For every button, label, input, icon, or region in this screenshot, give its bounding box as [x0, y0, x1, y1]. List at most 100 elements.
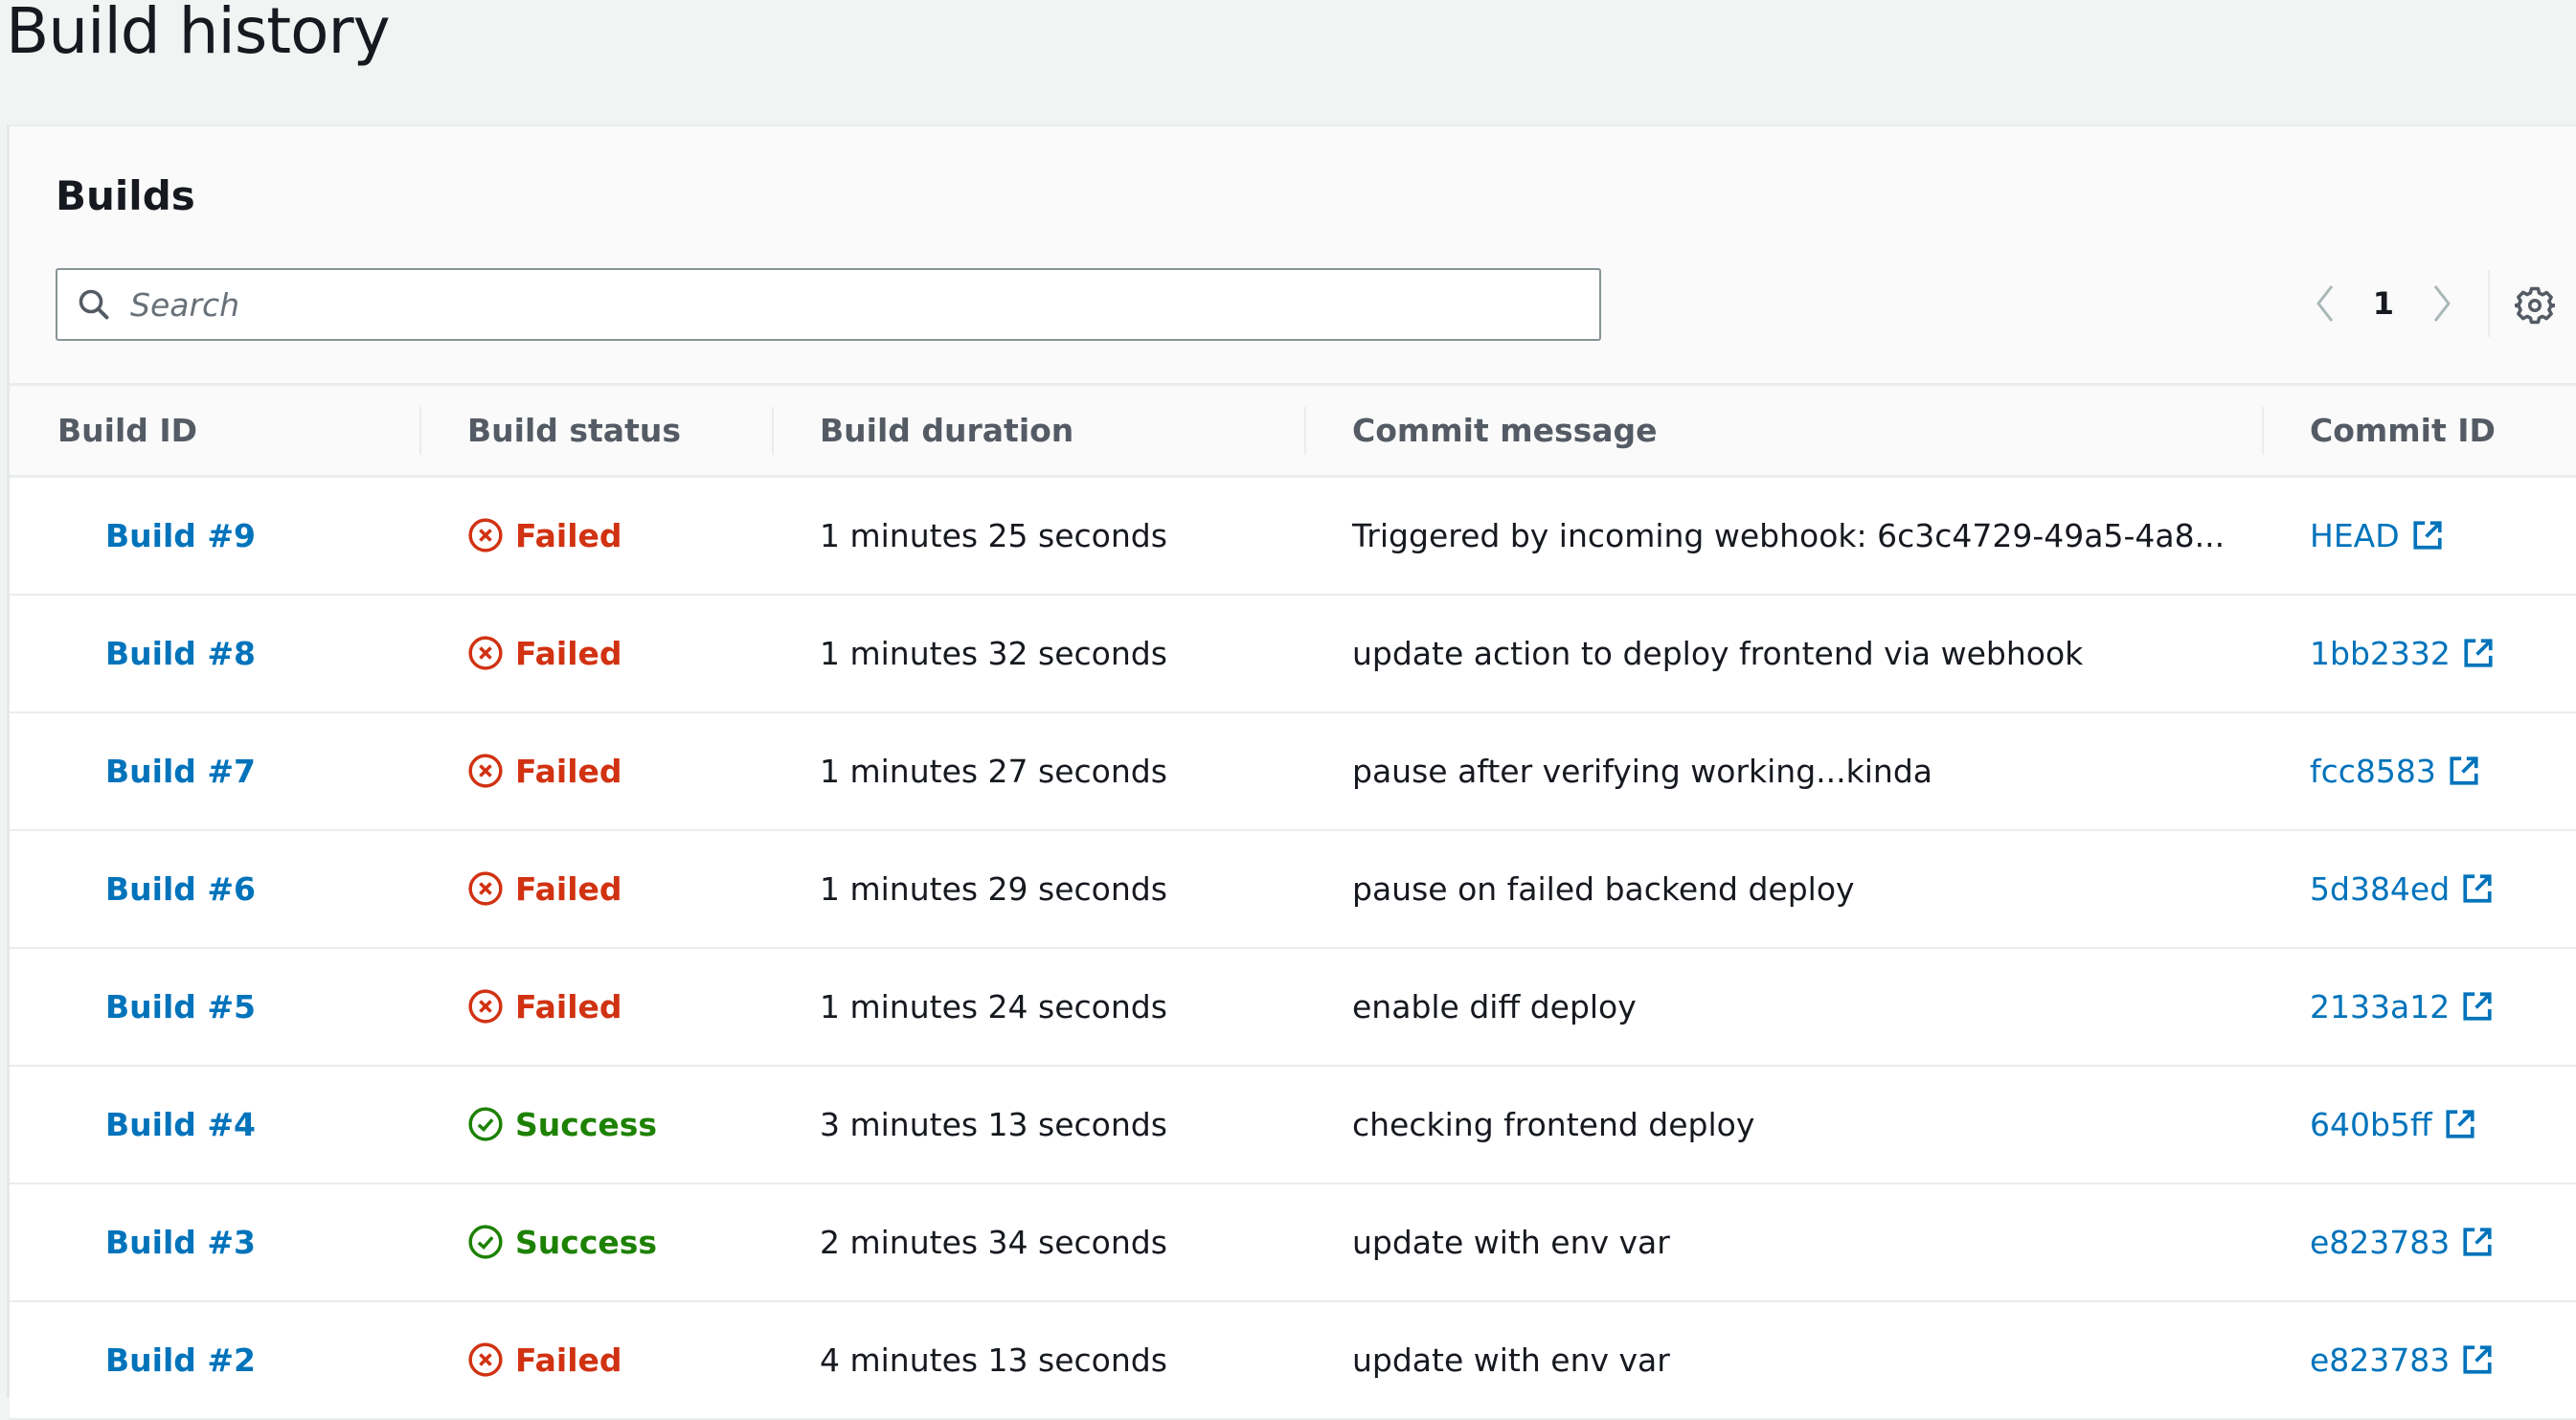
- commit-link[interactable]: 640b5ff: [2310, 1106, 2476, 1143]
- builds-table: Build ID Build status Build duration Com…: [10, 383, 2576, 1420]
- build-status-cell: Failed: [419, 477, 772, 595]
- status-badge: Failed: [467, 1341, 772, 1379]
- table-row: Build #2 Failed 4 minutes 13 seconds update…: [10, 1300, 2576, 1419]
- commit-message-cell: pause on failed backend deploy: [1352, 869, 1855, 908]
- external-link-icon: [2450, 756, 2478, 785]
- build-id-cell: Build #6: [10, 830, 419, 948]
- commit-id-cell: HEAD: [2262, 477, 2576, 595]
- build-duration-cell: 2 minutes 34 seconds: [820, 1223, 1167, 1261]
- commit-id-cell: 2133a12: [2262, 948, 2576, 1066]
- column-header-commit-id[interactable]: Commit ID: [2262, 385, 2576, 477]
- commit-link[interactable]: 5d384ed: [2310, 870, 2494, 908]
- table-header-row: Build ID Build status Build duration Com…: [10, 384, 2576, 477]
- build-id-cell: Build #7: [10, 712, 419, 830]
- commit-id-cell: e823783: [2262, 1183, 2576, 1301]
- external-link-icon: [2463, 874, 2492, 903]
- search-input[interactable]: [128, 284, 1473, 325]
- search-field[interactable]: [56, 268, 1601, 341]
- search-icon: [79, 289, 109, 320]
- commit-message-cell: checking frontend deploy: [1352, 1105, 1755, 1143]
- status-failed-icon: [468, 636, 503, 670]
- status-success-icon: [468, 1225, 503, 1259]
- status-failed-icon: [468, 518, 503, 552]
- external-link-icon: [2446, 1110, 2474, 1138]
- build-duration-cell: 1 minutes 25 seconds: [820, 516, 1167, 554]
- table-row: Build #8 Failed 1 minutes 32 seconds update…: [10, 594, 2576, 712]
- commit-link[interactable]: 2133a12: [2310, 988, 2494, 1026]
- build-duration-cell: 4 minutes 13 seconds: [820, 1341, 1167, 1379]
- divider: [2488, 270, 2490, 337]
- commit-message-cell: update with env var: [1352, 1341, 1670, 1379]
- page-title: Build history: [6, 0, 391, 68]
- status-badge: Success: [467, 1224, 772, 1261]
- next-page-button[interactable]: [2423, 280, 2461, 327]
- commit-link[interactable]: fcc8583: [2310, 753, 2480, 790]
- build-link[interactable]: Build #3: [105, 1224, 256, 1261]
- status-badge: Failed: [467, 517, 772, 554]
- column-header-build-status[interactable]: Build status: [419, 385, 772, 477]
- external-link-icon: [2463, 1345, 2492, 1374]
- build-link[interactable]: Build #2: [105, 1341, 256, 1379]
- status-badge: Success: [467, 1106, 772, 1143]
- build-link[interactable]: Build #4: [105, 1106, 256, 1143]
- build-duration-cell: 3 minutes 13 seconds: [820, 1105, 1167, 1143]
- commit-link[interactable]: e823783: [2310, 1224, 2494, 1261]
- table-row: Build #4 Success 3 minutes 13 seconds check…: [10, 1065, 2576, 1183]
- build-status-cell: Success: [419, 1066, 772, 1183]
- build-link[interactable]: Build #7: [105, 753, 256, 790]
- build-link[interactable]: Build #6: [105, 870, 256, 908]
- column-header-build-id[interactable]: Build ID: [10, 385, 419, 477]
- status-failed-icon: [468, 754, 503, 788]
- chevron-right-icon: [2433, 285, 2451, 322]
- status-badge: Failed: [467, 635, 772, 672]
- table-row: Build #6 Failed 1 minutes 29 seconds pause …: [10, 829, 2576, 948]
- commit-message-cell: pause after verifying working...kinda: [1352, 752, 1933, 790]
- current-page[interactable]: 1: [2373, 285, 2394, 322]
- table-row: Build #7 Failed 1 minutes 27 seconds pause …: [10, 711, 2576, 830]
- status-failed-icon: [468, 1342, 503, 1377]
- commit-message-cell: enable diff deploy: [1352, 987, 1637, 1026]
- status-failed-icon: [468, 989, 503, 1024]
- build-link[interactable]: Build #9: [105, 517, 256, 554]
- build-duration-cell: 1 minutes 24 seconds: [820, 987, 1167, 1026]
- build-duration-cell: 1 minutes 27 seconds: [820, 752, 1167, 790]
- builds-panel: Builds 1 Build ID Build status Build dur…: [7, 124, 2576, 1419]
- status-badge: Failed: [467, 870, 772, 908]
- commit-id-cell: 1bb2332: [2262, 595, 2576, 712]
- build-duration-cell: 1 minutes 29 seconds: [820, 869, 1167, 908]
- build-id-cell: Build #3: [10, 1183, 419, 1301]
- external-link-icon: [2413, 521, 2442, 550]
- status-badge: Failed: [467, 753, 772, 790]
- commit-message-cell: update action to deploy frontend via web…: [1352, 634, 2084, 672]
- previous-page-button[interactable]: [2306, 280, 2344, 327]
- external-link-icon: [2464, 639, 2493, 667]
- table-row: Build #3 Success 2 minutes 34 seconds updat…: [10, 1183, 2576, 1301]
- build-id-cell: Build #2: [10, 1301, 419, 1419]
- status-success-icon: [468, 1107, 503, 1141]
- panel-title: Builds: [56, 172, 195, 219]
- commit-link[interactable]: HEAD: [2310, 517, 2444, 554]
- commit-link[interactable]: 1bb2332: [2310, 635, 2495, 672]
- build-id-cell: Build #9: [10, 477, 419, 595]
- table-row: Build #5 Failed 1 minutes 24 seconds enable…: [10, 947, 2576, 1066]
- commit-message-cell: update with env var: [1352, 1223, 1670, 1261]
- commit-message-cell: Triggered by incoming webhook: 6c3c4729-…: [1352, 516, 2226, 554]
- build-id-cell: Build #8: [10, 595, 419, 712]
- build-link[interactable]: Build #8: [105, 635, 256, 672]
- commit-id-cell: fcc8583: [2262, 712, 2576, 830]
- build-id-cell: Build #5: [10, 948, 419, 1066]
- status-badge: Failed: [467, 988, 772, 1026]
- table-row: Build #9 Failed 1 minutes 25 seconds Trigge…: [10, 476, 2576, 595]
- build-link[interactable]: Build #5: [105, 988, 256, 1026]
- column-header-commit-message[interactable]: Commit message: [1304, 385, 2262, 477]
- pagination: 1: [2306, 280, 2461, 327]
- build-status-cell: Failed: [419, 595, 772, 712]
- column-header-build-duration[interactable]: Build duration: [772, 385, 1304, 477]
- gear-icon[interactable]: [2515, 285, 2555, 326]
- chevron-left-icon: [2316, 285, 2333, 322]
- commit-id-cell: 640b5ff: [2262, 1066, 2576, 1183]
- commit-id-cell: e823783: [2262, 1301, 2576, 1419]
- commit-link[interactable]: e823783: [2310, 1341, 2494, 1379]
- build-status-cell: Failed: [419, 712, 772, 830]
- build-status-cell: Failed: [419, 948, 772, 1066]
